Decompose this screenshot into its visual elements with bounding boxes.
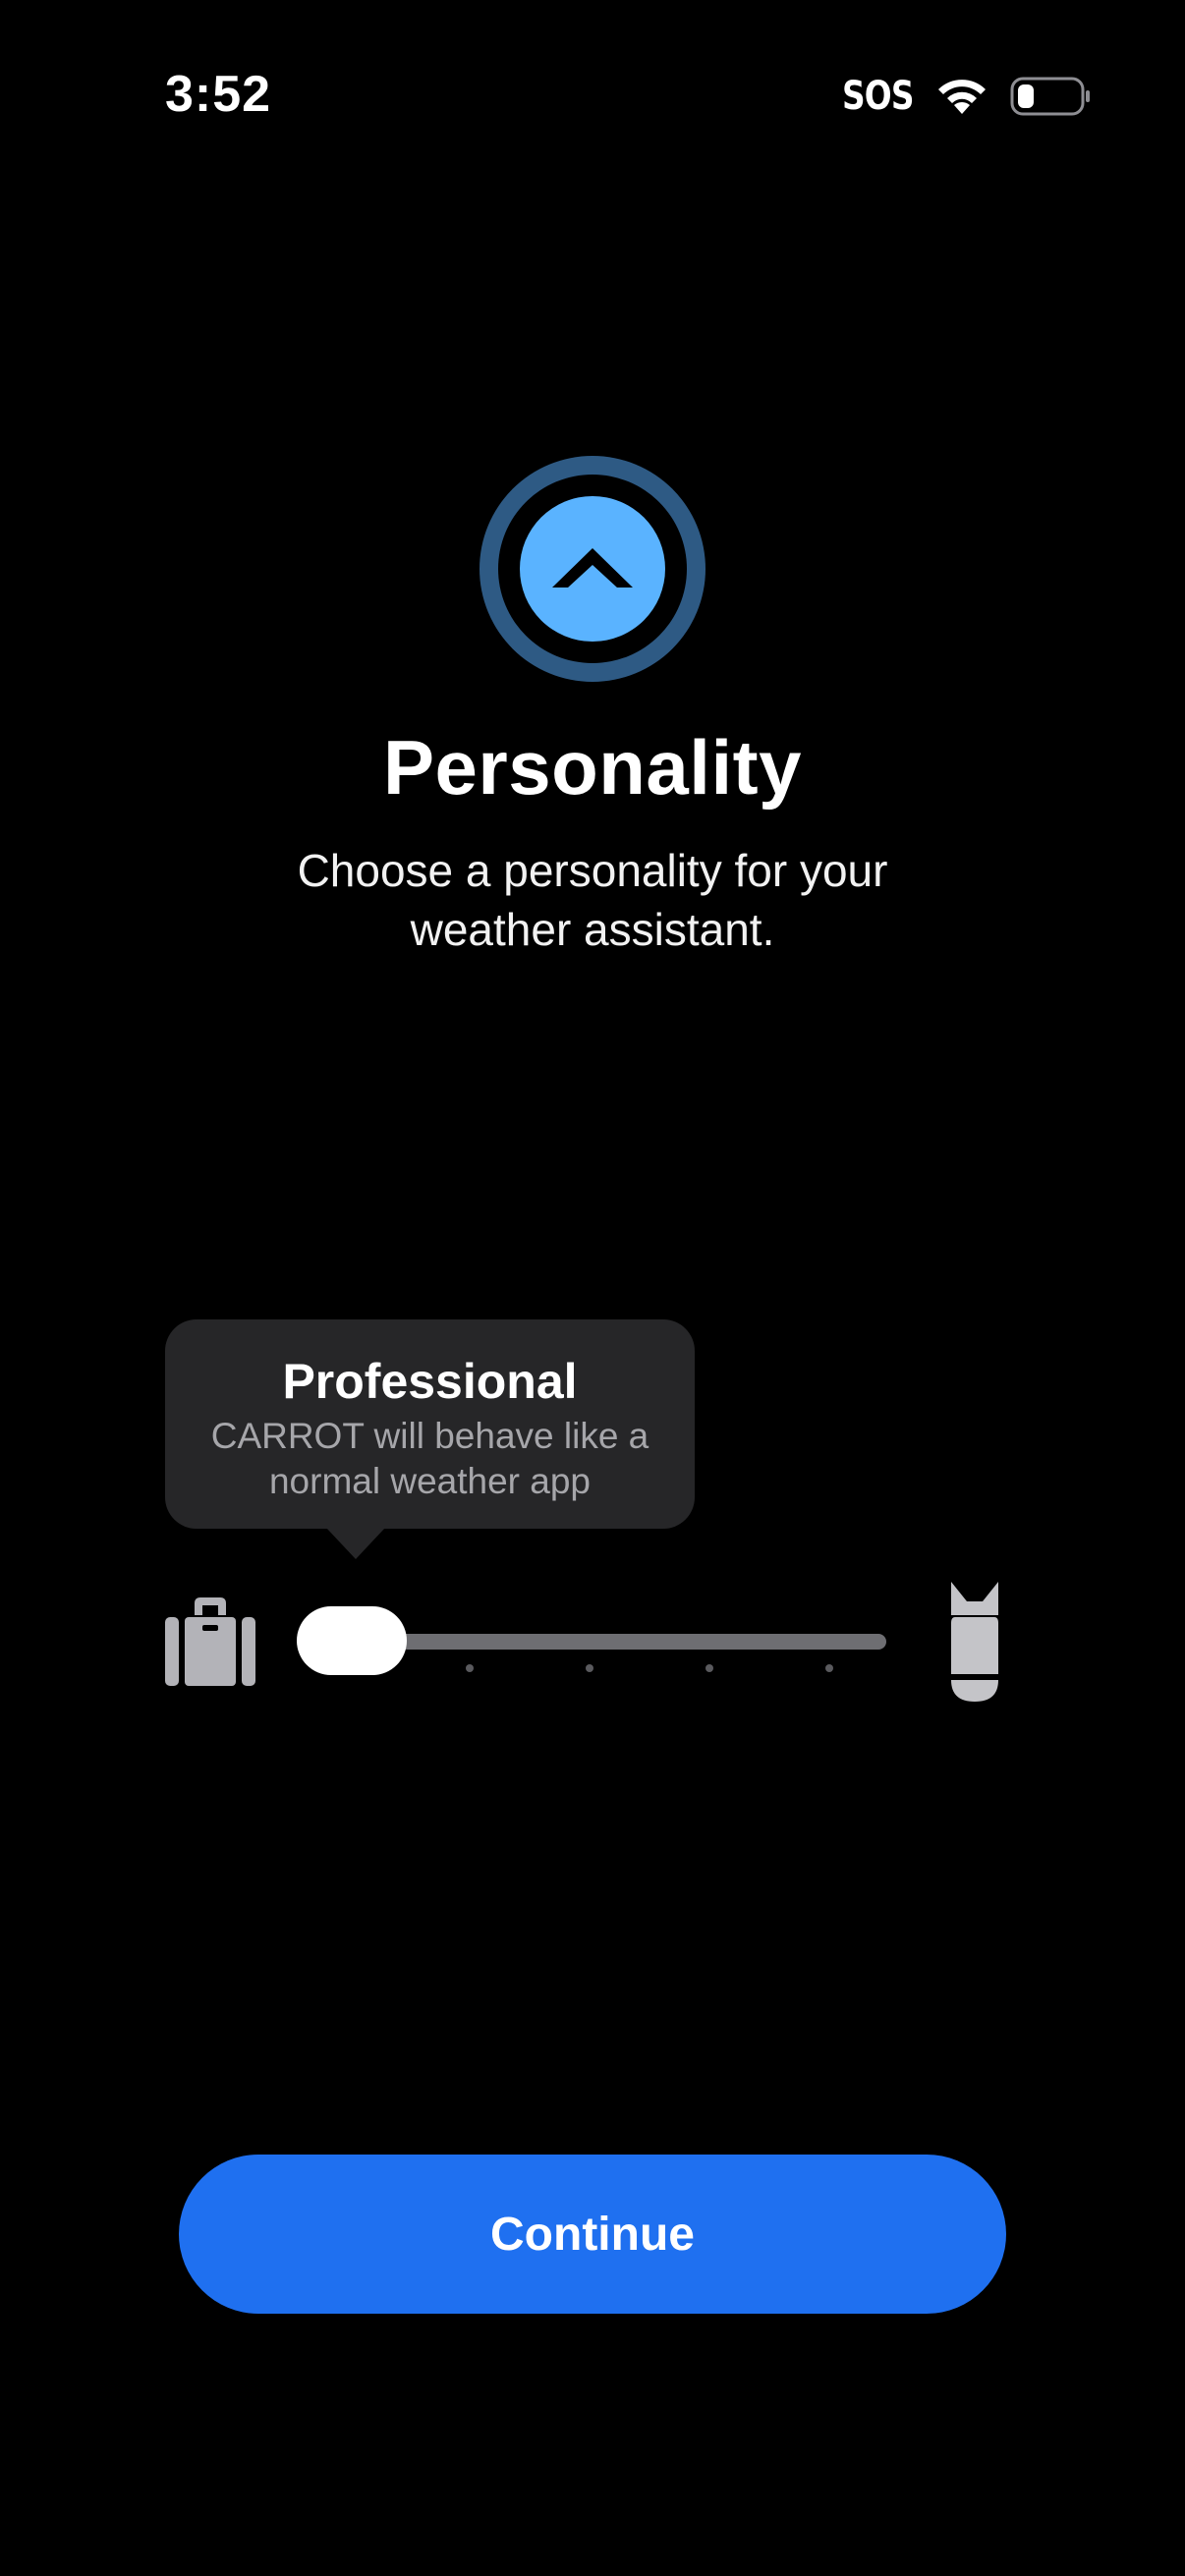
status-indicators: SOS <box>826 69 1091 124</box>
page-title: Personality <box>382 724 802 811</box>
personality-slider[interactable] <box>295 1601 890 1680</box>
sos-indicator: SOS <box>842 74 914 119</box>
slider-tick <box>705 1664 713 1672</box>
slider-thumb[interactable] <box>297 1606 407 1675</box>
page-subtitle: Choose a personality for your weather as… <box>297 845 888 955</box>
battery-icon <box>1010 77 1091 116</box>
slider-track[interactable] <box>334 1634 886 1650</box>
slider-tick <box>825 1664 833 1672</box>
briefcase-icon <box>165 1596 255 1686</box>
tooltip-title: Professional <box>282 1354 578 1409</box>
tooltip-description: CARROT will behave like a normal weather… <box>210 1416 649 1501</box>
tooltip-pointer <box>326 1528 385 1559</box>
continue-button[interactable]: Continue <box>179 2155 1006 2314</box>
bomb-icon <box>945 1580 1004 1702</box>
personality-tooltip: Professional CARROT will behave like a n… <box>165 1319 695 1529</box>
slider-tick <box>466 1664 474 1672</box>
status-time: 3:52 <box>165 66 272 123</box>
slider-tick <box>586 1664 593 1672</box>
chevron-up-circle-icon <box>480 456 705 682</box>
wifi-icon <box>935 77 988 116</box>
